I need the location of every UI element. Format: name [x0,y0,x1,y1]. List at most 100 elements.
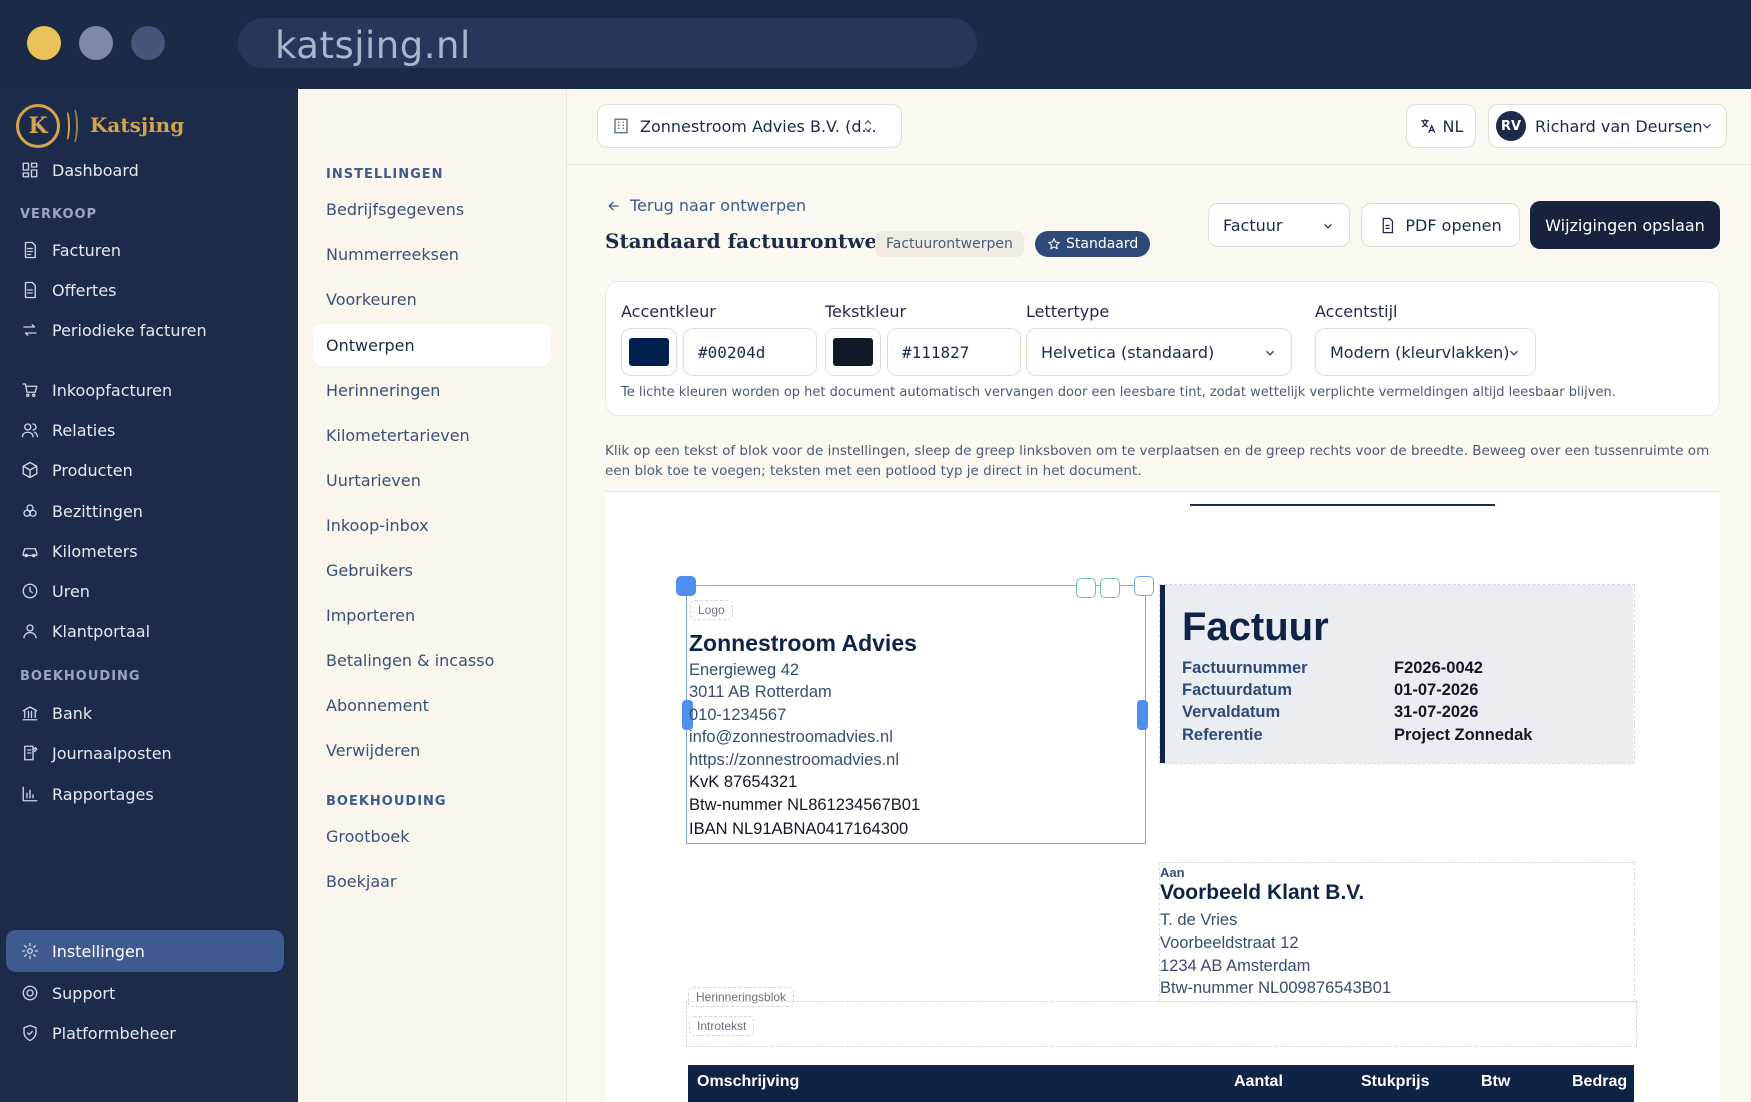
assets-icon [20,501,40,521]
sidebar-item-journaalposten[interactable]: Journaalposten [6,732,284,774]
sidebar-item-inkoopfacturen[interactable]: Inkoopfacturen [6,369,284,411]
company-selector[interactable]: Zonnestroom Advies B.V. (d... [597,104,902,148]
save-changes-button[interactable]: Wijzigingen opslaan [1530,201,1720,249]
meta-value: 31-07-2026 [1394,703,1479,721]
dashboard-icon [20,160,40,180]
sender-line[interactable]: info@zonnestroomadvies.nl [689,728,893,747]
design-type-badge: Factuurontwerpen [875,231,1024,257]
language-selector[interactable]: NL [1406,104,1476,148]
resize-handle-right[interactable] [1137,700,1148,730]
subnav-item-boekjaar[interactable]: Boekjaar [313,860,551,902]
subnav-item-grootboek[interactable]: Grootboek [313,815,551,857]
recipient-block[interactable]: Aan Voorbeeld Klant B.V. T. de Vries Voo… [1159,862,1635,1002]
meta-value: Project Zonnedak [1394,726,1533,744]
sidebar-item-offertes[interactable]: Offertes [6,269,284,311]
sender-block[interactable]: Logo Zonnestroom Advies Energieweg 42 30… [676,576,1154,844]
font-label: Lettertype [1026,302,1110,321]
sidebar-item-kilometers[interactable]: Kilometers [6,530,284,572]
window-minimize-dot[interactable] [79,26,113,60]
accent-color-picker[interactable] [621,328,677,376]
font-select-value: Helvetica (standaard) [1041,342,1215,362]
document-canvas[interactable]: Logo Zonnestroom Advies Energieweg 42 30… [605,491,1720,1102]
address-bar[interactable]: katsjing.nl [238,18,977,68]
journal-icon [20,743,40,763]
subnav-item-gebruikers[interactable]: Gebruikers [313,549,551,591]
subnav-item-uurtarieven[interactable]: Uurtarieven [313,459,551,501]
sender-iban[interactable]: IBAN NL91ABNA0417164300 [689,820,908,839]
sidebar-item-klantportaal[interactable]: Klantportaal [6,610,284,652]
sender-kvk[interactable]: KvK 87654321 [689,773,797,792]
subnav-item-betalingen-incasso[interactable]: Betalingen & incasso [313,639,551,681]
sidebar-item-uren[interactable]: Uren [6,570,284,612]
open-pdf-button[interactable]: PDF openen [1361,203,1520,247]
move-icon[interactable] [1076,578,1096,598]
accent-style-select[interactable]: Modern (kleurvlakken) [1315,328,1536,376]
sidebar-item-rapportages[interactable]: Rapportages [6,773,284,815]
sender-line[interactable]: 3011 AB Rotterdam [689,683,832,702]
sidebar-item-bank[interactable]: Bank [6,692,284,734]
accent-color-input[interactable]: #00204d [683,328,817,376]
document-type-select[interactable]: Factuur [1208,203,1350,247]
sender-line[interactable]: https://zonnestroomadvies.nl [689,751,899,770]
back-link[interactable]: Terug naar ontwerpen [606,196,806,215]
sidebar-item-periodieke-facturen[interactable]: Periodieke facturen [6,309,284,351]
default-badge: Standaard [1035,231,1151,257]
sidebar-item-label: Instellingen [52,941,145,961]
text-color-picker[interactable] [825,328,881,376]
sidebar-item-label: Support [52,983,116,1003]
text-color-input[interactable]: #111827 [887,328,1021,376]
subnav-item-inkoop-inbox[interactable]: Inkoop-inbox [313,504,551,546]
sidebar-item-producten[interactable]: Producten [6,449,284,491]
subnav-item-kilometertarieven[interactable]: Kilometertarieven [313,414,551,456]
invoice-title[interactable]: Factuur [1182,605,1329,650]
reminder-block[interactable]: Introtekst [686,1001,1637,1047]
subnav-item-herinneringen[interactable]: Herinneringen [313,369,551,411]
subnav-item-voorkeuren[interactable]: Voorkeuren [313,278,551,320]
invoice-title-block[interactable]: Factuur Factuurnummer F2026-0042 Factuur… [1159,584,1635,764]
sidebar-item-instellingen[interactable]: Instellingen [6,930,284,972]
sender-line[interactable]: Energieweg 42 [689,661,799,680]
sender-line[interactable]: 010-1234567 [689,706,786,725]
subnav-item-ontwerpen[interactable]: Ontwerpen [313,324,551,366]
block-settings-icon[interactable] [1134,576,1154,596]
sidebar-item-dashboard[interactable]: Dashboard [6,149,284,191]
subnav-item-nummerreeksen[interactable]: Nummerreeksen [313,233,551,275]
main-content: Zonnestroom Advies B.V. (d... NL RV Rich… [567,89,1751,1102]
subnav-item-verwijderen[interactable]: Verwijderen [313,729,551,771]
subnav-item-importeren[interactable]: Importeren [313,594,551,636]
style-settings-panel: Accentkleur #00204d Tekstkleur #111827 L… [605,281,1720,416]
column-header: Bedrag [1572,1073,1628,1090]
sidebar-item-facturen[interactable]: Facturen [6,229,284,271]
sidebar-item-platformbeheer[interactable]: Platformbeheer [6,1012,284,1054]
document-top-rule [1190,504,1495,506]
document-icon [1383,217,1394,233]
default-badge-label: Standaard [1066,236,1139,252]
sidebar-section-boekhouding: BOEKHOUDING [20,669,141,684]
subnav-section-instellingen: INSTELLINGEN [326,167,444,182]
drag-handle-icon[interactable] [676,576,696,596]
window-maximize-dot[interactable] [131,26,165,60]
cart-icon [20,380,40,400]
sender-vat[interactable]: Btw-nummer NL861234567B01 [689,796,920,815]
logo-placeholder[interactable]: Logo [690,600,733,620]
sidebar-item-relaties[interactable]: Relaties [6,409,284,451]
sidebar-item-label: Journaalposten [52,743,172,763]
accent-style-value: Modern (kleurvlakken) [1330,342,1510,362]
top-header: Zonnestroom Advies B.V. (d... NL RV Rich… [567,89,1751,165]
settings-icon[interactable] [1100,578,1120,598]
chevron-updown-icon [864,119,872,133]
sender-name[interactable]: Zonnestroom Advies [689,630,917,657]
line-items-table-header: Omschrijving Aantal Stukprijs Btw Bedrag [688,1065,1634,1102]
sidebar-item-bezittingen[interactable]: Bezittingen [6,490,284,532]
clock-icon [20,581,40,601]
font-select[interactable]: Helvetica (standaard) [1026,328,1292,376]
subnav-item-bedrijfsgegevens[interactable]: Bedrijfsgegevens [313,188,551,230]
user-menu[interactable]: RV Richard van Deursen [1488,104,1727,148]
intro-text-tag[interactable]: Introtekst [689,1016,755,1036]
window-close-dot[interactable] [27,26,61,60]
sidebar-item-support[interactable]: Support [6,972,284,1014]
brand-logo-icon: K [16,104,60,148]
recipient-line: 1234 AB Amsterdam [1160,957,1311,975]
translate-icon [1420,119,1435,134]
subnav-item-abonnement[interactable]: Abonnement [313,684,551,726]
